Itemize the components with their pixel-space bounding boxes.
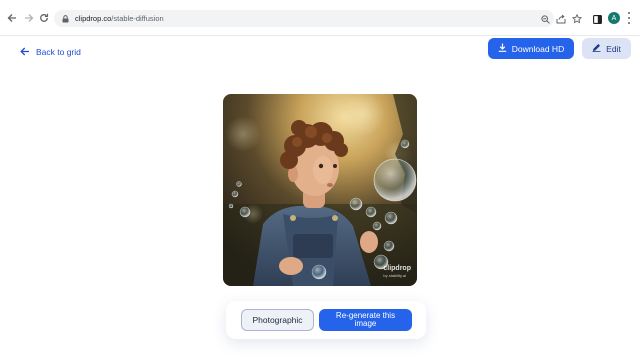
back-to-grid-label: Back to grid bbox=[36, 47, 81, 57]
arrow-left-icon bbox=[20, 47, 30, 58]
browser-toolbar: clipdrop.co/stable-diffusion A bbox=[0, 0, 640, 36]
regenerate-button[interactable]: Re-generate this image bbox=[319, 309, 412, 331]
avatar[interactable]: A bbox=[608, 12, 620, 24]
style-label: Photographic bbox=[252, 315, 303, 325]
side-panel-icon[interactable] bbox=[592, 14, 602, 24]
reload-icon[interactable] bbox=[37, 11, 51, 25]
style-photographic-button[interactable]: Photographic bbox=[241, 309, 314, 331]
menu-dots-icon[interactable] bbox=[627, 12, 631, 24]
watermark: clipdrop by stability.ai bbox=[383, 265, 411, 278]
back-arrow-icon[interactable] bbox=[5, 11, 19, 25]
edit-button[interactable]: Edit bbox=[582, 38, 631, 59]
download-hd-label: Download HD bbox=[511, 43, 565, 54]
download-hd-button[interactable]: Download HD bbox=[488, 38, 574, 59]
zoom-icon[interactable] bbox=[540, 14, 550, 24]
regenerate-label: Re-generate this image bbox=[335, 311, 396, 328]
address-bar[interactable]: clipdrop.co/stable-diffusion bbox=[54, 10, 554, 27]
share-icon[interactable] bbox=[556, 14, 566, 24]
avatar-letter: A bbox=[611, 14, 617, 22]
forward-arrow-icon[interactable] bbox=[22, 11, 36, 25]
generated-image-artwork bbox=[223, 94, 417, 286]
pencil-icon bbox=[592, 43, 601, 54]
bookmark-star-icon[interactable] bbox=[572, 14, 582, 24]
url-text: clipdrop.co/stable-diffusion bbox=[75, 14, 164, 23]
edit-label: Edit bbox=[606, 43, 621, 54]
download-icon bbox=[498, 43, 507, 54]
back-to-grid-link[interactable]: Back to grid bbox=[20, 45, 81, 59]
lock-icon[interactable] bbox=[61, 14, 69, 23]
generated-image[interactable]: clipdrop by stability.ai bbox=[223, 94, 417, 286]
